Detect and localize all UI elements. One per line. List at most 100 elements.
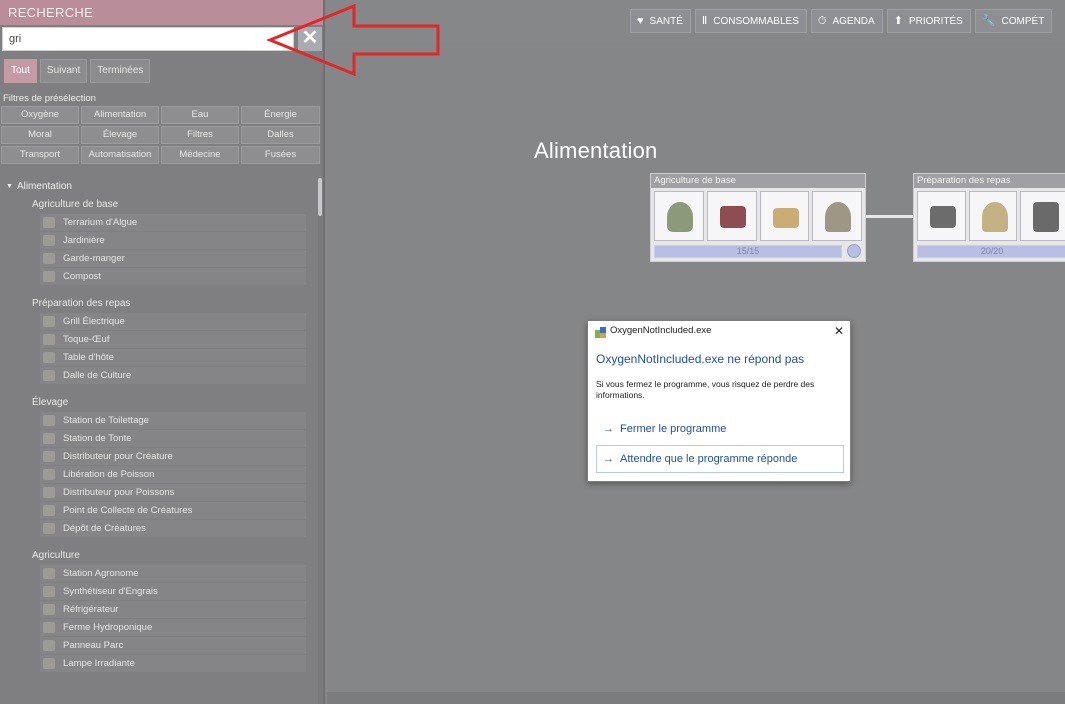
item-label: Compost bbox=[63, 271, 102, 282]
group-header[interactable]: Préparation des repas bbox=[0, 295, 316, 313]
schedule-button[interactable]: ⏱ AGENDA bbox=[810, 9, 883, 33]
search-input[interactable] bbox=[2, 27, 294, 51]
list-item[interactable]: Dépôt de Créatures bbox=[40, 520, 306, 537]
tech-connector bbox=[866, 215, 913, 218]
list-item[interactable]: Station de Toilettage bbox=[40, 412, 306, 429]
farm-station-icon bbox=[43, 568, 55, 579]
close-program-button[interactable]: → Fermer le programme bbox=[596, 415, 844, 443]
ration-box-icon bbox=[43, 253, 55, 264]
tech-title: Préparation des repas bbox=[914, 174, 1065, 188]
top-toolbar: ♥ SANTÉ Ⅱ CONSOMMABLES ⏱ AGENDA ⬆ PRIORITÉS … bbox=[630, 9, 1053, 33]
category-label: Alimentation bbox=[16, 181, 72, 192]
tree-scrollbar[interactable] bbox=[318, 178, 322, 704]
algae-terrarium-icon bbox=[43, 217, 55, 228]
close-icon[interactable]: ✕ bbox=[834, 324, 844, 338]
item-label: Jardinière bbox=[63, 235, 105, 246]
item-label: Lampe Irradiante bbox=[63, 658, 135, 669]
preset-transport-button[interactable]: Transport bbox=[1, 146, 79, 164]
tech-progress-bar: 20/20 bbox=[917, 245, 1065, 258]
item-label: Réfrigérateur bbox=[63, 604, 119, 615]
grooming-station-icon bbox=[43, 415, 55, 426]
tech-progress-bar: 15/15 bbox=[654, 245, 842, 258]
cutlery-icon: Ⅱ bbox=[701, 15, 708, 27]
item-label: Dépôt de Créatures bbox=[63, 523, 146, 534]
list-item[interactable]: Garde-manger bbox=[40, 250, 306, 267]
list-item[interactable]: Synthétiseur d'Engrais bbox=[40, 583, 306, 600]
ration-box-icon[interactable] bbox=[759, 191, 810, 241]
stopwatch-icon: ⏱ bbox=[817, 15, 827, 27]
preset-tiles-button[interactable]: Dalles bbox=[241, 126, 320, 144]
dining-table-icon bbox=[43, 352, 55, 363]
preset-water-button[interactable]: Eau bbox=[161, 106, 239, 124]
shearing-station-icon bbox=[43, 433, 55, 444]
section-title: Alimentation bbox=[534, 138, 658, 163]
preset-medicine-button[interactable]: Médecine bbox=[161, 146, 239, 164]
preset-morale-button[interactable]: Moral bbox=[1, 126, 79, 144]
list-item[interactable]: Dalle de Culture bbox=[40, 367, 306, 384]
tech-card-basic-farming[interactable]: Agriculture de base 15/15 bbox=[650, 173, 866, 262]
farm-tile-icon bbox=[43, 370, 55, 381]
egg-cracker-icon bbox=[43, 334, 55, 345]
preset-automation-button[interactable]: Automatisation bbox=[81, 146, 159, 164]
item-label: Point de Collecte de Créatures bbox=[63, 505, 193, 516]
item-label: Dalle de Culture bbox=[63, 370, 132, 381]
list-item[interactable]: Table d'hôte bbox=[40, 349, 306, 366]
list-item[interactable]: Compost bbox=[40, 268, 306, 285]
item-label: Distributeur pour Poissons bbox=[63, 487, 175, 498]
list-item[interactable]: Lampe Irradiante bbox=[40, 655, 306, 672]
tech-card-meal-preparation[interactable]: Préparation des repas 20/20 bbox=[913, 173, 1065, 262]
health-button[interactable]: ♥ SANTÉ bbox=[630, 9, 691, 33]
tab-completed[interactable]: Terminées bbox=[90, 59, 151, 83]
item-label: Station de Tonte bbox=[63, 433, 132, 444]
list-item[interactable]: Libération de Poisson bbox=[40, 466, 306, 483]
priorities-button[interactable]: ⬆ PRIORITÉS bbox=[886, 9, 971, 33]
dining-table-icon[interactable] bbox=[1020, 191, 1065, 241]
list-item[interactable]: Terrarium d'Algue bbox=[40, 214, 306, 231]
consumables-button[interactable]: Ⅱ CONSOMMABLES bbox=[694, 9, 807, 33]
item-label: Terrarium d'Algue bbox=[63, 217, 138, 228]
option-label: Attendre que le programme réponde bbox=[620, 453, 798, 465]
list-item[interactable]: Distributeur pour Poissons bbox=[40, 484, 306, 501]
item-label: Station de Toilettage bbox=[63, 415, 149, 426]
scrollbar-thumb[interactable] bbox=[318, 178, 322, 216]
critter-dropoff-icon bbox=[43, 523, 55, 534]
list-item[interactable]: Jardinière bbox=[40, 232, 306, 249]
algae-terrarium-icon[interactable] bbox=[654, 191, 704, 241]
red-annotation-arrow-icon bbox=[266, 4, 440, 76]
tab-next[interactable]: Suivant bbox=[39, 59, 88, 83]
egg-cracker-icon[interactable] bbox=[968, 191, 1018, 241]
preset-food-button[interactable]: Alimentation bbox=[81, 106, 159, 124]
fish-feeder-icon bbox=[43, 487, 55, 498]
priorities-label: PRIORITÉS bbox=[908, 16, 963, 27]
tech-title: Agriculture de base bbox=[651, 174, 865, 188]
electric-grill-icon[interactable] bbox=[917, 191, 966, 241]
wait-for-program-button[interactable]: → Attendre que le programme réponde bbox=[596, 445, 844, 473]
preset-ranching-button[interactable]: Élevage bbox=[81, 126, 159, 144]
group-header[interactable]: Agriculture de base bbox=[0, 196, 316, 214]
list-item[interactable]: Grill Électrique bbox=[40, 313, 306, 330]
tab-all[interactable]: Tout bbox=[4, 59, 37, 83]
category-header[interactable]: ▼ Alimentation bbox=[0, 178, 316, 196]
list-item[interactable]: Station Agronome bbox=[40, 565, 306, 582]
preset-power-button[interactable]: Énergie bbox=[241, 106, 320, 124]
tech-unlocks bbox=[914, 188, 1065, 241]
list-item[interactable]: Toque-Œuf bbox=[40, 331, 306, 348]
item-label: Table d'hôte bbox=[63, 352, 114, 363]
planter-box-icon[interactable] bbox=[706, 191, 757, 241]
skills-button[interactable]: 🔧 COMPÉT bbox=[974, 9, 1053, 33]
list-item[interactable]: Panneau Parc bbox=[40, 637, 306, 654]
planter-box-icon bbox=[43, 235, 55, 246]
group-header[interactable]: Agriculture bbox=[0, 547, 316, 565]
list-item[interactable]: Distributeur pour Créature bbox=[40, 448, 306, 465]
list-item[interactable]: Station de Tonte bbox=[40, 430, 306, 447]
list-item[interactable]: Point de Collecte de Créatures bbox=[40, 502, 306, 519]
preset-filters-button[interactable]: Filtres bbox=[161, 126, 239, 144]
compost-icon bbox=[43, 271, 55, 282]
group-header[interactable]: Élevage bbox=[0, 394, 316, 412]
preset-rockets-button[interactable]: Fusées bbox=[241, 146, 320, 164]
list-item[interactable]: Réfrigérateur bbox=[40, 601, 306, 618]
compost-icon[interactable] bbox=[812, 191, 862, 241]
list-item[interactable]: Ferme Hydroponique bbox=[40, 619, 306, 636]
priority-icon: ⬆ bbox=[893, 15, 903, 27]
preset-oxygen-button[interactable]: Oxygène bbox=[1, 106, 79, 124]
